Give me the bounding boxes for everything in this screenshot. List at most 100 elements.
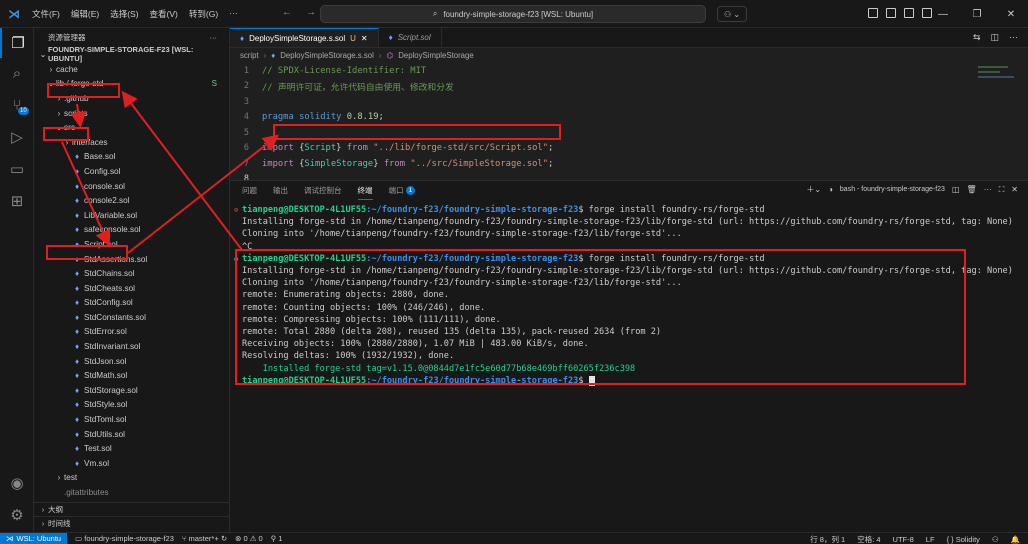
git-branch[interactable]: ⑂ master*+ ↻ xyxy=(182,534,227,543)
kill-terminal-icon[interactable]: 🗑 xyxy=(967,185,977,194)
more-actions-icon[interactable]: ··· xyxy=(1009,32,1018,43)
tab-debug-console[interactable]: 调试控制台 xyxy=(304,181,342,200)
explorer-more-button[interactable]: ··· xyxy=(210,33,218,42)
copilot-status-icon[interactable]: ⚇ xyxy=(992,535,999,544)
folder-item[interactable]: › test xyxy=(34,471,229,486)
file-item[interactable]: ♦ Vm.sol xyxy=(34,456,229,471)
terminal-name[interactable]: bash - foundry-simple-storage-f23 xyxy=(840,186,945,193)
copilot-button[interactable]: ⚇ ⌄ xyxy=(717,6,747,22)
close-icon[interactable]: ✕ xyxy=(994,0,1028,28)
tree-item-label: StdConfig.sol xyxy=(84,298,133,308)
line-ending[interactable]: LF xyxy=(926,535,935,544)
new-terminal-icon[interactable]: ＋⌄ xyxy=(806,184,821,195)
close-panel-icon[interactable]: ✕ xyxy=(1011,185,1018,194)
file-item[interactable]: ♦ StdError.sol xyxy=(34,325,229,340)
menu-go[interactable]: 转到(G) xyxy=(189,8,218,20)
folder-item[interactable]: › cache xyxy=(34,62,229,77)
menu-edit[interactable]: 编辑(E) xyxy=(71,8,99,20)
menu-file[interactable]: 文件(F) xyxy=(32,8,60,20)
customize-layout-icon[interactable] xyxy=(868,8,878,18)
folder-item[interactable]: › scripts xyxy=(34,106,229,121)
file-item[interactable]: ♦ Base.sol xyxy=(34,150,229,165)
file-item[interactable]: ♦ StdToml.sol xyxy=(34,412,229,427)
file-item[interactable]: ♦ Test.sol xyxy=(34,441,229,456)
tab-close-icon[interactable]: ✕ xyxy=(361,34,368,43)
minimap[interactable] xyxy=(978,66,1018,106)
more-actions-icon[interactable]: ··· xyxy=(984,185,992,194)
explorer-icon[interactable]: ❐ xyxy=(0,28,34,58)
tab-terminal[interactable]: 终端 xyxy=(357,181,373,200)
breadcrumb-chevron-icon: › xyxy=(263,51,267,60)
tab-script-sol[interactable]: ♦ Script.sol xyxy=(379,28,442,47)
back-arrow-icon[interactable]: ← xyxy=(282,7,292,18)
file-item[interactable]: ♦ StdChains.sol xyxy=(34,266,229,281)
layout-controls xyxy=(868,8,932,18)
file-item[interactable]: ♦ StdConstants.sol xyxy=(34,310,229,325)
file-item[interactable]: ♦ LibVariable.sol xyxy=(34,208,229,223)
split-terminal-icon[interactable]: ◫ xyxy=(952,185,960,194)
file-item[interactable]: ♦ StdMath.sol xyxy=(34,368,229,383)
file-item[interactable]: ♦ StdStorage.sol xyxy=(34,383,229,398)
code-token: } xyxy=(336,143,347,154)
indentation[interactable]: 空格: 4 xyxy=(857,534,880,544)
toggle-panel-icon[interactable] xyxy=(904,8,914,18)
notifications-bell-icon[interactable]: 🔔 xyxy=(1011,535,1020,544)
remote-indicator[interactable]: ⋊ WSL: Ubuntu xyxy=(0,532,68,544)
project-root[interactable]: ⌄ FOUNDRY-SIMPLE-STORAGE-F23 [WSL: UBUNT… xyxy=(34,45,229,63)
menu-selection[interactable]: 选择(S) xyxy=(110,8,138,20)
code-token: ; xyxy=(378,112,384,123)
file-item[interactable]: ♦ safeconsole.sol xyxy=(34,223,229,238)
problems-status[interactable]: ⊗ 0 ⚠ 0 xyxy=(235,534,263,543)
file-item[interactable]: ♦ StdUtils.sol xyxy=(34,427,229,442)
timeline-section[interactable]: › 时间线 xyxy=(34,516,229,530)
annotation-box-src xyxy=(43,127,89,141)
run-debug-icon[interactable]: ▷ xyxy=(0,122,34,152)
cursor-position[interactable]: 行 8，列 1 xyxy=(810,534,845,544)
annotation-box-lib-forge-std xyxy=(47,83,120,98)
command-failed-dot-icon[interactable]: ⊙ xyxy=(234,206,240,214)
file-item[interactable]: ♦ StdCheats.sol xyxy=(34,281,229,296)
menu-more[interactable]: ··· xyxy=(229,8,238,20)
encoding[interactable]: UTF-8 xyxy=(893,535,914,544)
extensions-icon[interactable]: ⊞ xyxy=(0,186,34,216)
remote-explorer-icon[interactable]: ▭ xyxy=(0,154,34,184)
language-mode[interactable]: { } Solidity xyxy=(947,535,980,544)
breadcrumb-folder[interactable]: script xyxy=(240,51,259,60)
command-center-search[interactable]: ⌕ foundry-simple-storage-f23 [WSL: Ubunt… xyxy=(320,5,706,23)
tab-label: Script.sol xyxy=(397,33,431,42)
file-item[interactable]: ♦ StdStyle.sol xyxy=(34,398,229,413)
folder-item[interactable]: .gitattributes xyxy=(34,485,229,500)
restore-icon[interactable]: ❐ xyxy=(960,0,994,28)
breadcrumb-chevron-icon: › xyxy=(378,51,382,60)
settings-gear-icon[interactable]: ⚙ xyxy=(0,500,34,530)
file-item[interactable]: ♦ Config.sol xyxy=(34,164,229,179)
ports-status[interactable]: ⚲ 1 xyxy=(271,534,283,543)
tree-item-label: StdCheats.sol xyxy=(84,283,135,293)
forward-arrow-icon[interactable]: → xyxy=(306,7,316,18)
account-icon[interactable]: ◉ xyxy=(0,468,34,498)
toggle-sidebar-icon[interactable] xyxy=(886,8,896,18)
code-line: 2 // 声明许可证，允许代码自由使用、修改和分发 xyxy=(230,79,1028,95)
workspace-folder[interactable]: ▭ foundry-simple-storage-f23 xyxy=(75,534,174,543)
tab-problems[interactable]: 问题 xyxy=(242,181,257,200)
tab-ports[interactable]: 端口 1 xyxy=(389,181,416,200)
file-item[interactable]: ♦ StdJson.sol xyxy=(34,354,229,369)
maximize-panel-icon[interactable]: ⛶ xyxy=(999,185,1005,195)
breadcrumb-file[interactable]: DeploySimpleStorage.s.sol xyxy=(280,51,374,60)
file-item[interactable]: ♦ console2.sol xyxy=(34,193,229,208)
compare-icon[interactable]: ⇆ xyxy=(973,32,981,43)
file-item[interactable]: ♦ StdInvariant.sol xyxy=(34,339,229,354)
split-editor-icon[interactable]: ◫ xyxy=(990,32,999,43)
tab-output[interactable]: 输出 xyxy=(273,181,288,200)
minimize-icon[interactable]: — xyxy=(926,0,960,28)
file-item[interactable]: ♦ console.sol xyxy=(34,179,229,194)
solidity-file-icon: ♦ xyxy=(74,356,80,366)
breadcrumb-symbol[interactable]: DeploySimpleStorage xyxy=(398,51,473,60)
tree-item-label: StdUtils.sol xyxy=(84,429,125,439)
outline-section[interactable]: › 大纲 xyxy=(34,502,229,516)
search-view-icon[interactable]: ⌕ xyxy=(0,58,34,88)
menu-view[interactable]: 查看(V) xyxy=(150,8,178,20)
file-item[interactable]: ♦ StdConfig.sol xyxy=(34,296,229,311)
source-control-icon[interactable]: ⑂ 10 xyxy=(0,90,34,120)
tab-deploy-simple-storage[interactable]: ♦ DeploySimpleStorage.s.sol U ✕ xyxy=(230,28,379,47)
